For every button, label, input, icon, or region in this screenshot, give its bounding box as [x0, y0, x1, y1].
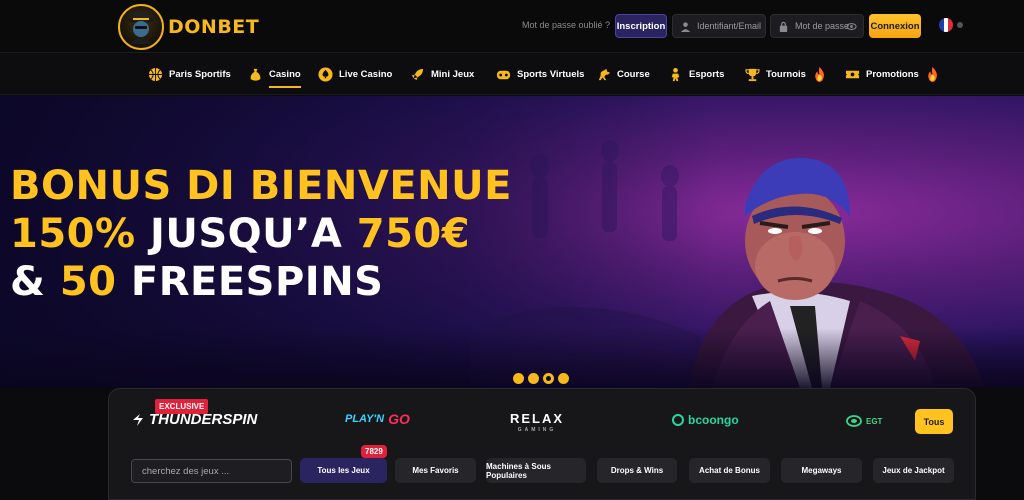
- category-favorites[interactable]: Mes Favoris: [395, 458, 476, 483]
- hero-headline: BONUS DI BIENVENUE 150% JUSQU’A 750€ & 5…: [10, 166, 512, 310]
- basketball-icon: [148, 67, 163, 82]
- horse-icon: [598, 68, 611, 81]
- carousel-dot[interactable]: [528, 373, 539, 384]
- nav-label: Promotions: [866, 69, 919, 80]
- category-popular-slots[interactable]: Machines à Sous Populaires: [486, 458, 586, 483]
- carousel-dot[interactable]: [558, 373, 569, 384]
- eye-icon[interactable]: [846, 21, 857, 32]
- signup-button[interactable]: Inscription: [615, 14, 667, 38]
- hero-line-3: & 50 FREESPINS: [10, 262, 512, 302]
- trophy-icon: [745, 68, 760, 82]
- brand-name: DONBET: [168, 16, 260, 38]
- nav-label: Casino: [269, 69, 301, 88]
- gangster-mascot-icon: [118, 4, 164, 50]
- all-providers-button[interactable]: Tous: [915, 409, 953, 434]
- logo[interactable]: DONBET: [118, 4, 259, 50]
- nav-item-live-casino[interactable]: Live Casino: [318, 54, 392, 95]
- money-bag-icon: [250, 68, 261, 81]
- gamepad-icon: [496, 70, 511, 80]
- fr-flag-icon[interactable]: [939, 18, 953, 32]
- provider-name-b: GO: [388, 411, 410, 427]
- nav-item-tournois[interactable]: Tournois: [745, 54, 827, 95]
- lightning-icon: [133, 413, 143, 426]
- provider-name-a: PLAY'N: [345, 413, 385, 425]
- hero-amount: 750€: [356, 211, 471, 257]
- password-field[interactable]: Mot de passe: [770, 14, 864, 38]
- nav-item-sports-virtuels[interactable]: Sports Virtuels: [496, 54, 584, 95]
- spade-icon: [318, 67, 333, 82]
- provider-booongo[interactable]: bcoongo: [672, 413, 739, 427]
- hero-freespins-count: 50: [59, 259, 117, 305]
- nav-label: Course: [617, 69, 650, 80]
- nav-item-paris-sportifs[interactable]: Paris Sportifs: [148, 54, 231, 95]
- nav-item-course[interactable]: Course: [596, 54, 650, 95]
- fire-icon: [927, 67, 937, 82]
- rocket-icon: [411, 68, 424, 81]
- egt-logo-icon: [846, 415, 862, 427]
- game-count-badge: 7829: [361, 445, 387, 458]
- nav-label: Live Casino: [339, 69, 393, 80]
- hero-freespins: FREESPINS: [116, 259, 384, 305]
- carousel-dot-active[interactable]: [543, 373, 554, 384]
- hero-upto: JUSQU’A: [135, 211, 357, 257]
- user-icon: [680, 21, 691, 32]
- nav-label-text: Casino: [269, 69, 301, 80]
- language-dropdown-icon[interactable]: [957, 22, 963, 28]
- provider-relax[interactable]: RELAX GAMING: [510, 411, 564, 433]
- hero-percent: 150%: [10, 211, 136, 257]
- nav-label: Mini Jeux: [431, 69, 475, 80]
- hero-line-1: BONUS DI BIENVENUE: [10, 163, 512, 209]
- hero-and: &: [10, 259, 60, 305]
- category-jackpot[interactable]: Jeux de Jackpot: [873, 458, 954, 483]
- carousel-dots: [513, 373, 569, 384]
- provider-playngo[interactable]: PLAY'N GO: [345, 411, 410, 427]
- active-indicator: [269, 86, 301, 88]
- nav-item-esports[interactable]: Esports: [668, 54, 724, 95]
- category-drops-wins[interactable]: Drops & Wins: [597, 458, 677, 483]
- hero-banner[interactable]: BONUS DI BIENVENUE 150% JUSQU’A 750€ & 5…: [0, 96, 1024, 388]
- fire-icon: [815, 67, 824, 82]
- provider-name: bcoongo: [688, 413, 739, 427]
- nav-label: Paris Sportifs: [169, 69, 231, 80]
- username-field[interactable]: Identifiant/Email: [672, 14, 766, 38]
- nav-item-casino[interactable]: Casino: [248, 54, 301, 95]
- forgot-password-link[interactable]: Mot de passe oublié ?: [522, 20, 610, 30]
- category-all-games[interactable]: Tous les Jeux: [300, 458, 387, 483]
- hero-floor-shade: [0, 328, 1024, 388]
- game-search-input[interactable]: [131, 459, 292, 483]
- provider-name: RELAX: [510, 411, 565, 426]
- password-placeholder: Mot de passe: [795, 21, 850, 31]
- ticket-icon: [845, 70, 860, 79]
- provider-name: EGT: [866, 416, 883, 426]
- category-bonus-buy[interactable]: Achat de Bonus: [689, 458, 770, 483]
- hero-line-2: 150% JUSQU’A 750€: [10, 214, 512, 254]
- nav-item-promotions[interactable]: Promotions: [845, 54, 940, 95]
- nav-label: Sports Virtuels: [517, 69, 585, 80]
- provider-egt[interactable]: EGT: [846, 415, 882, 427]
- exclusive-badge: EXCLUSIVE: [155, 399, 209, 414]
- lock-icon: [779, 21, 788, 32]
- soldier-icon: [671, 67, 680, 82]
- nav-item-mini-jeux[interactable]: Mini Jeux: [410, 54, 474, 95]
- username-placeholder: Identifiant/Email: [697, 21, 762, 31]
- top-bar: DONBET Mot de passe oublié ? Inscription…: [0, 0, 1024, 53]
- nav-label: Esports: [689, 69, 725, 80]
- booongo-logo-icon: [672, 414, 684, 426]
- provider-subname: GAMING: [517, 427, 557, 433]
- main-nav: Paris Sportifs Casino Live Casino Mini J…: [0, 54, 1024, 95]
- carousel-dot[interactable]: [513, 373, 524, 384]
- login-button[interactable]: Connexion: [869, 14, 921, 38]
- category-megaways[interactable]: Megaways: [781, 458, 862, 483]
- games-panel: THUNDERSPIN EXCLUSIVE PLAY'N GO RELAX GAM…: [108, 388, 976, 500]
- nav-label: Tournois: [766, 69, 806, 80]
